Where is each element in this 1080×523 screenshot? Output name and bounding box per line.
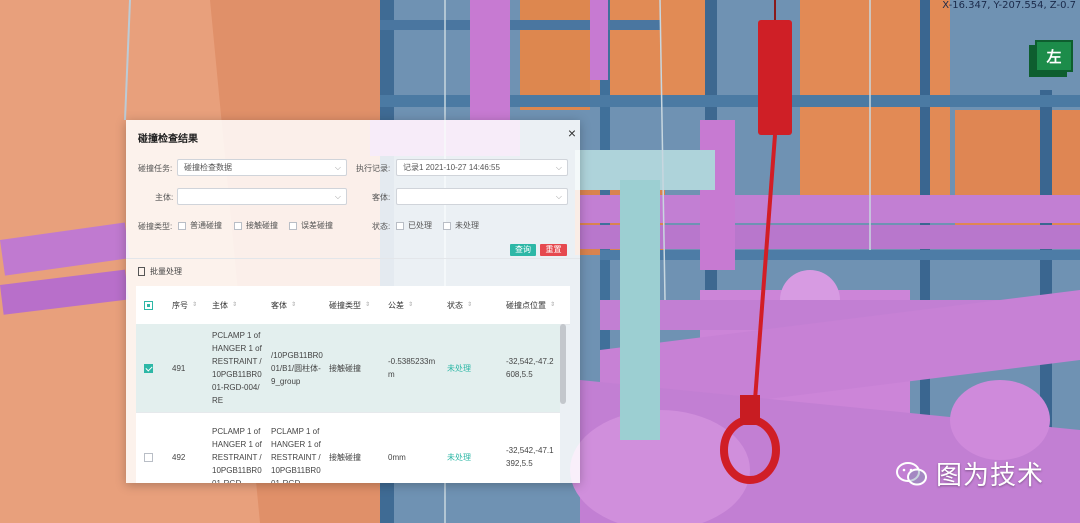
type-checkbox-contact[interactable]: 接触碰撞 [234,220,278,231]
watermark-text: 图为技术 [936,460,1045,490]
view-cube[interactable]: 左 [1035,40,1073,72]
sort-icon[interactable]: ⇕ [467,300,472,311]
batch-process-button[interactable]: 批量处理 [138,266,182,277]
col-label: 序号 [172,300,188,310]
sort-icon[interactable]: ⇕ [408,300,413,311]
document-icon [138,267,145,276]
sort-icon[interactable]: ⇕ [192,300,197,311]
header-select-all[interactable] [144,286,153,324]
cell-tolerance: -0.5385233mm [388,357,436,379]
batch-process-label: 批量处理 [150,267,182,276]
col-label: 状态 [447,300,463,310]
sort-icon[interactable]: ⇕ [291,300,296,311]
type-option-label: 接触碰撞 [246,221,278,230]
divider [126,258,580,259]
table-scrollbar[interactable] [560,324,566,404]
status-checkbox-processed[interactable]: 已处理 [396,220,432,231]
col-tolerance[interactable]: 公差 ⇕ [388,286,413,324]
col-label: 碰撞类型 [329,300,361,310]
col-subject[interactable]: 主体 ⇕ [212,286,237,324]
chevron-down-icon: ⌵ [334,163,341,172]
table-header: 序号 ⇕ 主体 ⇕ 客体 ⇕ 碰撞类型 ⇕ 公差 ⇕ 状态 ⇕ 碰撞点位置 ⇕ [136,286,570,325]
close-icon[interactable]: × [568,126,576,140]
cell-object: /10PGB11BR001/B1/圆柱体-9_group [271,350,323,386]
chevron-down-icon: ⌵ [334,192,341,201]
cell-object: PCLAMP 1 of HANGER 1 of RESTRAINT /10PGB… [271,426,321,484]
cell-tolerance: 0mm [388,452,406,462]
cell-status[interactable]: 未处理 [447,413,471,483]
type-checkbox-normal[interactable]: 普通碰撞 [178,220,222,231]
sort-icon[interactable]: ⇕ [550,300,555,311]
sort-icon[interactable]: ⇕ [232,300,237,311]
status-checkbox-unprocessed[interactable]: 未处理 [443,220,479,231]
cell-type: 接触碰撞 [329,363,361,373]
collision-result-dialog: 碰撞检查结果 × 碰撞任务: 碰撞检查数据 ⌵ 执行记录: 记录1 2021-1… [126,120,580,483]
checkbox[interactable] [289,221,297,230]
query-button[interactable]: 查询 [510,244,536,256]
cell-subject: PCLAMP 1 of HANGER 1 of RESTRAINT /10PGB… [212,426,262,484]
cell-position: -32,542,-47.1392,5.5 [506,446,554,468]
checkbox[interactable] [144,300,153,310]
type-option-label: 误差碰撞 [301,221,333,230]
chevron-down-icon: ⌵ [555,163,562,172]
object-select[interactable]: ⌵ [396,188,568,205]
coordinate-readout: X-16.347, Y-207.554, Z-0.7 [942,0,1076,11]
col-object[interactable]: 客体 ⇕ [271,286,296,324]
col-label: 主体 [212,300,228,310]
task-select[interactable]: 碰撞检查数据 ⌵ [177,159,347,176]
checkbox[interactable] [144,452,153,462]
table-row[interactable]: 491 PCLAMP 1 of HANGER 1 of RESTRAINT /1… [136,324,560,413]
subject-select[interactable]: ⌵ [177,188,347,205]
record-label: 执行记录: [356,164,391,173]
type-option-label: 普通碰撞 [190,221,222,230]
col-index[interactable]: 序号 ⇕ [172,286,197,324]
status-label: 状态: [372,222,391,231]
record-select-value: 记录1 2021-10-27 14:46:55 [403,163,500,172]
result-table: 序号 ⇕ 主体 ⇕ 客体 ⇕ 碰撞类型 ⇕ 公差 ⇕ 状态 ⇕ 碰撞点位置 ⇕ 491 PCL… [136,286,570,483]
cell-subject: PCLAMP 1 of HANGER 1 of RESTRAINT /10PGB… [212,331,262,405]
object-label: 客体: [372,193,391,202]
cell-index: 491 [172,363,186,373]
cell-status[interactable]: 未处理 [447,324,471,412]
status-option-label: 已处理 [408,221,432,230]
table-row[interactable]: 492 PCLAMP 1 of HANGER 1 of RESTRAINT /1… [136,413,560,483]
type-checkbox-tolerance[interactable]: 误差碰撞 [289,220,333,231]
checkbox[interactable] [178,221,186,230]
cell-position: -32,542,-47.2608,5.5 [506,357,554,379]
col-label: 客体 [271,300,287,310]
col-position[interactable]: 碰撞点位置 ⇕ [506,286,562,324]
dialog-title: 碰撞检查结果 [138,134,198,145]
checkbox[interactable] [234,221,242,230]
sort-icon[interactable]: ⇕ [365,300,370,311]
record-select[interactable]: 记录1 2021-10-27 14:46:55 ⌵ [396,159,568,176]
cell-type: 接触碰撞 [329,452,361,462]
col-label: 公差 [388,300,404,310]
wechat-icon [896,461,927,485]
watermark: 图为技术 [896,455,1044,492]
checkbox[interactable] [396,221,404,230]
checkbox[interactable] [443,221,451,230]
col-type[interactable]: 碰撞类型 ⇕ [329,286,370,324]
task-select-value: 碰撞检查数据 [184,163,232,172]
chevron-down-icon: ⌵ [555,192,562,201]
col-label: 碰撞点位置 [506,300,546,310]
subject-label: 主体: [155,193,174,202]
task-label: 碰撞任务: [138,164,173,173]
status-option-label: 未处理 [455,221,479,230]
type-label: 碰撞类型: [138,222,173,231]
checkbox[interactable] [144,363,153,373]
reset-button[interactable]: 重置 [540,244,567,256]
col-status[interactable]: 状态 ⇕ [447,286,472,324]
cell-index: 492 [172,452,186,462]
